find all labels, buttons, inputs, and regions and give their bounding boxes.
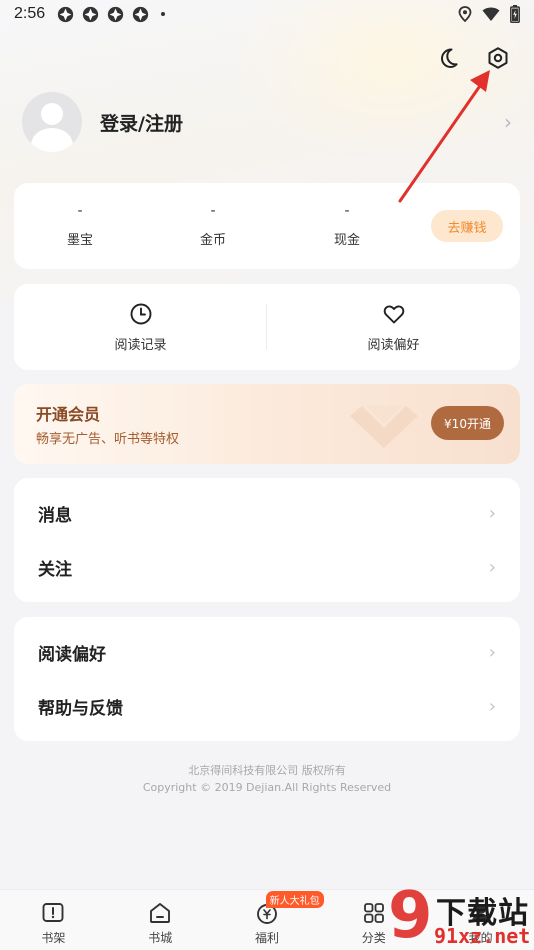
nav-bookshelf[interactable]: 书架 — [0, 890, 107, 950]
wallet-item-coins[interactable]: - 金币 — [168, 203, 258, 248]
wallet-item-cash[interactable]: - 现金 — [302, 203, 392, 248]
nav-label: 书架 — [41, 931, 66, 945]
moon-icon — [441, 48, 458, 68]
vip-subtitle: 畅享无广告、听书等特权 — [36, 432, 180, 447]
nav-bookstore[interactable]: 书城 — [107, 890, 214, 950]
system-icons — [458, 5, 520, 23]
nav-label: 福利 — [254, 931, 279, 945]
night-mode-button[interactable] — [434, 44, 462, 72]
bookshelf-icon — [42, 903, 64, 922]
grid-icon — [363, 903, 384, 923]
nav-label: 分类 — [361, 931, 386, 945]
gear-icon — [488, 47, 508, 69]
vip-title: 开通会员 — [36, 405, 101, 424]
battery-icon — [510, 5, 520, 23]
copyright-footer: 北京得间科技有限公司 版权所有 Copyright © 2019 Dejian.… — [0, 762, 534, 796]
company-name: 北京得间科技有限公司 版权所有 — [188, 764, 346, 777]
menu-group-1: 消息 › 关注 › — [14, 478, 520, 602]
earn-money-button[interactable]: 去赚钱 — [431, 210, 503, 242]
nav-label: 书城 — [148, 931, 173, 945]
notification-app-icon — [107, 6, 124, 22]
status-bar: 2:56 — [0, 0, 534, 28]
wallet-label: 墨宝 — [66, 233, 93, 248]
menu-label: 帮助与反馈 — [38, 698, 123, 719]
chevron-right-icon: › — [504, 110, 512, 134]
status-time: 2:56 — [14, 5, 46, 22]
vip-decoration-icon — [350, 406, 418, 448]
wifi-icon — [482, 7, 500, 21]
chevron-right-icon: › — [488, 695, 496, 717]
reading-history-button[interactable]: 阅读记录 — [14, 284, 267, 370]
login-register-label: 登录/注册 — [100, 112, 183, 135]
vip-open-button[interactable]: ¥10开通 — [431, 406, 504, 440]
site-watermark: 9 下载站 91xz.net — [384, 884, 534, 950]
quick-label: 阅读记录 — [114, 337, 167, 353]
menu-label: 消息 — [38, 505, 72, 526]
chevron-right-icon: › — [488, 556, 496, 578]
home-icon — [150, 903, 171, 923]
settings-button[interactable] — [484, 44, 512, 72]
clock-icon — [130, 303, 151, 324]
notification-app-icon — [82, 6, 99, 22]
chevron-right-icon: › — [488, 641, 496, 663]
divider — [266, 304, 267, 350]
wallet-label: 金币 — [199, 233, 226, 248]
notification-app-icon — [132, 6, 149, 22]
quick-actions-card: 阅读记录 阅读偏好 — [14, 284, 520, 370]
menu-group-2: 阅读偏好 › 帮助与反馈 › — [14, 617, 520, 741]
wallet-value: - — [344, 203, 350, 219]
more-notifications-dot — [161, 12, 166, 16]
reading-preference-button[interactable]: 阅读偏好 — [267, 284, 520, 370]
avatar — [22, 92, 82, 152]
login-entry[interactable]: 登录/注册 › — [22, 92, 520, 152]
quick-label: 阅读偏好 — [367, 337, 420, 353]
watermark-url: 91xz.net — [434, 924, 531, 948]
vip-banner[interactable]: 开通会员 畅享无广告、听书等特权 ¥10开通 — [14, 384, 520, 464]
notification-app-icon — [57, 6, 74, 22]
wallet-value: - — [77, 203, 83, 219]
menu-item-following[interactable]: 关注 › — [14, 540, 520, 594]
menu-item-messages[interactable]: 消息 › — [14, 486, 520, 540]
copyright-text: Copyright © 2019 Dejian.All Rights Reser… — [142, 781, 392, 794]
menu-item-reading-preference[interactable]: 阅读偏好 › — [14, 625, 520, 679]
wallet-item-mobao[interactable]: - 墨宝 — [35, 203, 125, 248]
chevron-right-icon: › — [488, 502, 496, 524]
menu-label: 关注 — [38, 559, 72, 580]
heart-icon — [383, 305, 404, 323]
nav-welfare[interactable]: 福利 新人大礼包 — [214, 890, 324, 950]
wallet-label: 现金 — [333, 233, 360, 248]
wallet-card: - 墨宝 - 金币 - 现金 去赚钱 — [14, 183, 520, 269]
location-icon — [458, 6, 472, 22]
watermark-logo-nine: 9 — [388, 879, 433, 950]
menu-item-help-feedback[interactable]: 帮助与反馈 › — [14, 679, 520, 733]
menu-label: 阅读偏好 — [38, 644, 106, 665]
new-user-gift-badge: 新人大礼包 — [265, 891, 324, 908]
wallet-value: - — [210, 203, 216, 219]
notification-icons — [57, 6, 166, 23]
